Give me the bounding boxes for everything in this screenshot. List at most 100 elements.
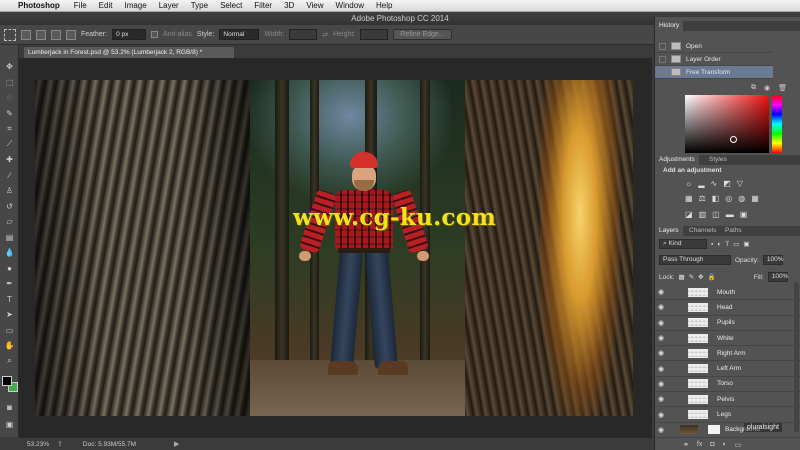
quick-select-tool-icon[interactable]: ✎ — [0, 106, 19, 122]
visibility-eye-icon[interactable]: ◉ — [655, 288, 667, 296]
layer-row[interactable]: ◉ Torso — [655, 377, 800, 393]
tab-history[interactable]: History — [655, 21, 684, 31]
menu-window[interactable]: Window — [336, 1, 364, 10]
move-tool-icon[interactable]: ✥ — [0, 59, 19, 75]
lasso-tool-icon[interactable]: ◌ — [0, 90, 19, 106]
brush-tool-icon[interactable]: ∕ — [0, 168, 19, 184]
brightness-contrast-icon[interactable]: ☼ — [685, 179, 692, 188]
hue-saturation-icon[interactable]: ▦ — [685, 194, 693, 203]
eraser-tool-icon[interactable]: ▱ — [0, 214, 19, 230]
color-picker-field[interactable] — [685, 95, 769, 153]
history-item[interactable]: Open — [655, 40, 773, 53]
layer-row[interactable]: ◉ Right Arm — [655, 346, 800, 362]
layer-row[interactable]: ◉ Pelvis — [655, 392, 800, 408]
color-lookup-icon[interactable]: ▦ — [751, 194, 759, 203]
layer-kind-select[interactable]: ⌕ Kind — [659, 239, 707, 249]
menu-file[interactable]: File — [74, 1, 87, 10]
width-input[interactable] — [289, 29, 318, 40]
menu-view[interactable]: View — [306, 1, 323, 10]
pen-tool-icon[interactable]: ✒ — [0, 276, 19, 292]
new-selection-icon[interactable] — [21, 29, 31, 40]
zoom-level[interactable]: 53.23% — [27, 441, 49, 448]
levels-icon[interactable]: ▂ — [698, 179, 704, 188]
history-source-checkbox[interactable] — [659, 68, 666, 76]
visibility-eye-icon[interactable]: ◉ — [655, 411, 667, 419]
height-input[interactable] — [360, 29, 389, 40]
layer-mask-thumbnail[interactable] — [707, 424, 721, 436]
black-white-icon[interactable]: ◧ — [712, 194, 720, 203]
clone-stamp-tool-icon[interactable]: ♙ — [0, 183, 19, 199]
history-source-checkbox[interactable] — [659, 55, 666, 63]
status-menu-arrow-icon[interactable]: ▶ — [174, 440, 179, 448]
new-document-from-state-icon[interactable]: ⧉ — [751, 84, 756, 92]
zoom-tool-icon[interactable]: ⌕ — [0, 354, 19, 370]
history-source-checkbox[interactable] — [659, 42, 666, 50]
lock-image-icon[interactable]: ✎ — [689, 273, 694, 281]
crop-tool-icon[interactable]: ⌗ — [0, 121, 19, 137]
intersect-selection-icon[interactable] — [66, 29, 76, 40]
curves-icon[interactable]: ∿ — [711, 179, 718, 188]
channel-mixer-icon[interactable]: ◍ — [738, 194, 745, 203]
vibrance-icon[interactable]: ▽ — [737, 179, 743, 188]
tab-styles[interactable]: Styles — [705, 155, 731, 165]
visibility-eye-icon[interactable]: ◉ — [655, 426, 667, 434]
eyedropper-tool-icon[interactable]: ⟋ — [0, 137, 19, 153]
hue-slider[interactable] — [772, 95, 782, 153]
type-tool-icon[interactable]: T — [0, 292, 19, 308]
filter-pixel-icon[interactable]: ▪ — [711, 241, 713, 248]
tab-layers[interactable]: Layers — [655, 226, 683, 236]
feather-input[interactable]: 0 px — [112, 29, 147, 40]
link-layers-icon[interactable]: ⚭ — [683, 441, 689, 449]
antialias-checkbox[interactable] — [151, 31, 159, 38]
history-item[interactable]: Layer Order — [655, 53, 773, 66]
lock-transparent-icon[interactable]: ▩ — [679, 273, 685, 281]
menu-help[interactable]: Help — [376, 1, 392, 10]
visibility-eye-icon[interactable]: ◉ — [655, 365, 667, 373]
visibility-eye-icon[interactable]: ◉ — [655, 303, 667, 311]
subtract-selection-icon[interactable] — [51, 29, 61, 40]
trash-icon[interactable]: 🗑 — [778, 84, 787, 92]
visibility-eye-icon[interactable]: ◉ — [655, 349, 667, 357]
layer-row[interactable]: ◉ Legs — [655, 407, 800, 423]
color-picker-cursor[interactable] — [730, 136, 737, 143]
fill-input[interactable]: 100% — [767, 272, 788, 282]
menu-image[interactable]: Image — [124, 1, 146, 10]
snapshot-camera-icon[interactable]: ◉ — [764, 84, 770, 92]
menu-select[interactable]: Select — [220, 1, 242, 10]
tab-channels[interactable]: Channels — [685, 226, 721, 236]
refine-edge-button[interactable]: Refine Edge... — [393, 29, 452, 40]
add-selection-icon[interactable] — [36, 29, 46, 40]
shape-tool-icon[interactable]: ▭ — [0, 323, 19, 339]
menu-type[interactable]: Type — [191, 1, 208, 10]
tab-paths[interactable]: Paths — [721, 226, 746, 236]
layer-row[interactable]: ◉ Pupils — [655, 316, 800, 331]
filter-shape-icon[interactable]: ▭ — [733, 240, 739, 248]
invert-icon[interactable]: ◪ — [685, 210, 693, 219]
visibility-eye-icon[interactable]: ◉ — [655, 334, 667, 342]
quick-mask-icon[interactable]: ◙ — [0, 400, 19, 416]
foreground-color-swatch[interactable] — [2, 376, 12, 386]
photo-filter-icon[interactable]: ◎ — [725, 194, 732, 203]
style-select[interactable]: Normal — [219, 29, 260, 40]
image-canvas[interactable]: www.cg-ku.com — [35, 80, 633, 416]
color-balance-icon[interactable]: ⚖ — [699, 194, 706, 203]
blend-mode-select[interactable]: Pass Through — [659, 255, 731, 265]
app-menu[interactable]: Photoshop — [18, 1, 60, 10]
opacity-input[interactable]: 100% — [762, 255, 783, 265]
filter-adjustment-icon[interactable]: ◐ — [717, 241, 721, 248]
share-icon[interactable]: ⇪ — [57, 440, 63, 448]
new-group-icon[interactable]: ▭ — [735, 441, 742, 449]
menu-3d[interactable]: 3D — [284, 1, 294, 10]
menu-edit[interactable]: Edit — [99, 1, 113, 10]
posterize-icon[interactable]: ▥ — [699, 210, 707, 219]
path-selection-tool-icon[interactable]: ➤ — [0, 307, 19, 323]
healing-brush-tool-icon[interactable]: ✚ — [0, 152, 19, 168]
layers-scrollbar[interactable] — [794, 282, 799, 432]
lock-all-icon[interactable]: 🔒 — [708, 273, 716, 281]
gradient-map-icon[interactable]: ▬ — [726, 210, 734, 219]
history-brush-tool-icon[interactable]: ↺ — [0, 199, 19, 215]
filter-smart-object-icon[interactable]: ▣ — [743, 240, 749, 248]
menu-layer[interactable]: Layer — [159, 1, 179, 10]
gradient-tool-icon[interactable]: ▤ — [0, 230, 19, 246]
filter-type-icon[interactable]: T — [725, 241, 729, 248]
